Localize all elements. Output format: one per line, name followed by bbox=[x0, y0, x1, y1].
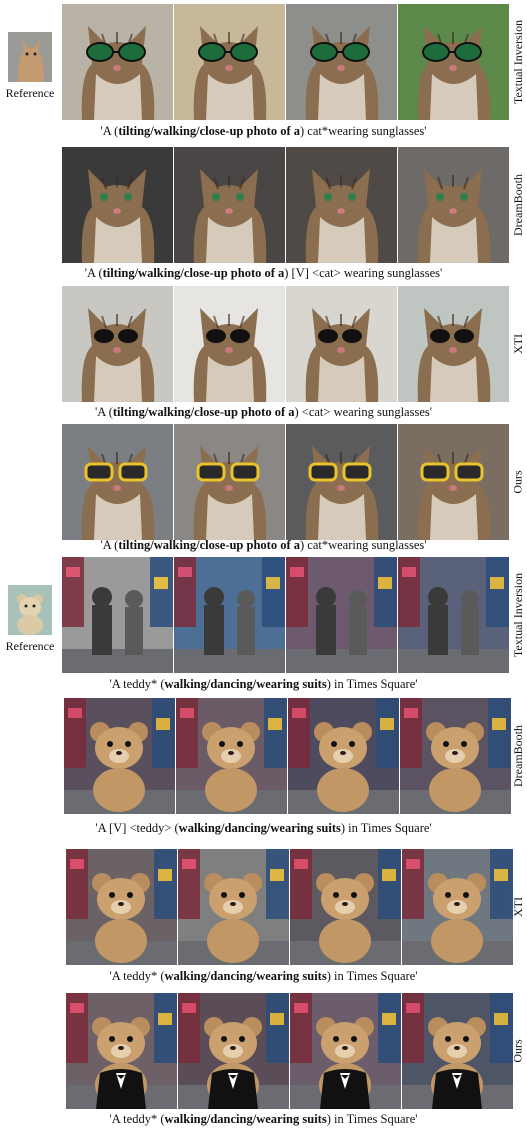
method-label: DreamBooth bbox=[511, 725, 525, 787]
generated-image bbox=[398, 4, 509, 120]
generated-image bbox=[62, 557, 173, 673]
method-label: Ours bbox=[511, 470, 525, 494]
method-label: Textual Inversion bbox=[511, 19, 526, 105]
reference-thumbnail bbox=[8, 585, 52, 635]
prompt-caption: 'A (tilting/walking/close-up photo of a)… bbox=[100, 124, 427, 138]
reference-thumbnail bbox=[8, 32, 52, 82]
generated-image bbox=[286, 286, 397, 402]
generated-image bbox=[286, 557, 397, 673]
generated-image bbox=[402, 849, 513, 965]
prompt-caption: 'A teddy* (walking/dancing/wearing suits… bbox=[109, 677, 418, 691]
generated-image bbox=[398, 424, 509, 540]
generated-image bbox=[62, 147, 173, 263]
generated-image bbox=[400, 698, 511, 814]
reference-image: Reference bbox=[0, 585, 60, 654]
generated-image-row bbox=[62, 4, 509, 120]
generated-image bbox=[174, 286, 285, 402]
generated-image bbox=[66, 993, 177, 1109]
generated-image bbox=[66, 849, 177, 965]
prompt-caption: 'A teddy* (walking/dancing/wearing suits… bbox=[109, 969, 418, 983]
generated-image bbox=[64, 698, 175, 814]
generated-image bbox=[286, 424, 397, 540]
generated-image-row bbox=[62, 286, 509, 402]
generated-image bbox=[174, 557, 285, 673]
generated-image bbox=[402, 993, 513, 1109]
generated-image bbox=[290, 993, 401, 1109]
generated-image-row bbox=[66, 849, 513, 965]
prompt-caption: 'A teddy* (walking/dancing/wearing suits… bbox=[109, 1112, 418, 1126]
generated-image-row bbox=[62, 424, 509, 540]
method-label: XTI bbox=[511, 334, 525, 354]
generated-image-row bbox=[62, 557, 509, 673]
generated-image bbox=[174, 4, 285, 120]
generated-image bbox=[62, 424, 173, 540]
method-label: Textual Inversion bbox=[511, 572, 526, 658]
generated-image bbox=[286, 4, 397, 120]
prompt-caption: 'A [V] <teddy> (walking/dancing/wearing … bbox=[95, 821, 432, 835]
generated-image bbox=[286, 147, 397, 263]
generated-image bbox=[176, 698, 287, 814]
generated-image bbox=[62, 286, 173, 402]
generated-image bbox=[288, 698, 399, 814]
method-label: XTI bbox=[511, 897, 525, 917]
generated-image bbox=[174, 424, 285, 540]
prompt-caption: 'A (tilting/walking/close-up photo of a)… bbox=[100, 538, 427, 552]
generated-image-row bbox=[62, 147, 509, 263]
prompt-caption: 'A (tilting/walking/close-up photo of a)… bbox=[84, 266, 443, 280]
method-label: DreamBooth bbox=[511, 174, 525, 236]
generated-image bbox=[398, 286, 509, 402]
generated-image bbox=[398, 557, 509, 673]
reference-label: Reference bbox=[5, 86, 55, 100]
method-label: Ours bbox=[511, 1039, 525, 1063]
generated-image-row bbox=[66, 993, 513, 1109]
generated-image bbox=[178, 993, 289, 1109]
generated-image-row bbox=[64, 698, 511, 814]
prompt-caption: 'A (tilting/walking/close-up photo of a)… bbox=[94, 405, 432, 419]
generated-image bbox=[62, 4, 173, 120]
generated-image bbox=[290, 849, 401, 965]
generated-image bbox=[398, 147, 509, 263]
reference-label: Reference bbox=[5, 639, 55, 653]
reference-image: Reference bbox=[0, 32, 60, 101]
generated-image bbox=[178, 849, 289, 965]
generated-image bbox=[174, 147, 285, 263]
